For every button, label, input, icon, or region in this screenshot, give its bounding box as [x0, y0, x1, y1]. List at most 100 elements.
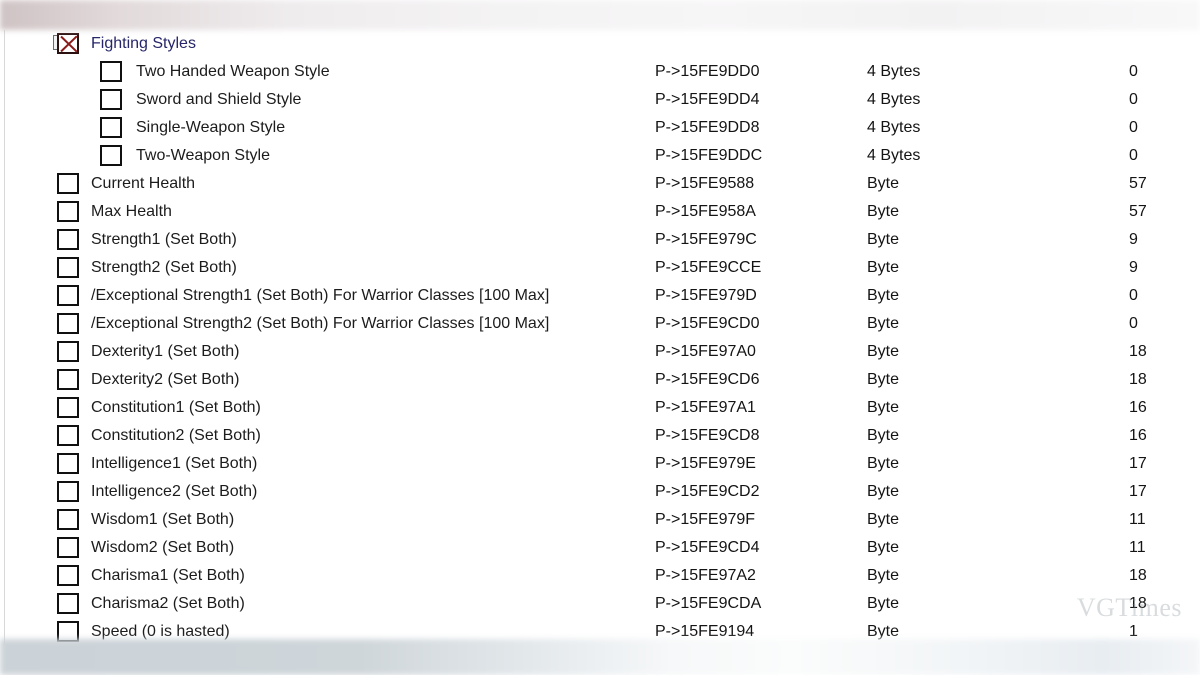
checkbox-unchecked[interactable]	[57, 593, 79, 614]
row-label: Max Health	[91, 203, 172, 220]
table-row[interactable]: Intelligence1 (Set Both) P->15FE979E Byte 1…	[5, 450, 1200, 478]
row-label: Fighting Styles	[91, 35, 196, 52]
checkbox-unchecked[interactable]	[100, 145, 122, 166]
checkbox-unchecked[interactable]	[57, 537, 79, 558]
row-type: Byte	[867, 483, 900, 500]
checkbox-unchecked[interactable]	[57, 453, 79, 474]
row-type: Byte	[867, 567, 900, 584]
row-label: Wisdom2 (Set Both)	[91, 539, 235, 556]
row-address: P->15FE9DDC	[655, 147, 763, 164]
row-value[interactable]: 18	[1129, 564, 1147, 587]
table-row[interactable]: Strength2 (Set Both) P->15FE9CCE Byte 9	[5, 254, 1200, 282]
row-value[interactable]: 0	[1129, 116, 1138, 139]
cheat-table-tree[interactable]: +Fighting Styles Two Handed Weapon Style P…	[4, 30, 1200, 645]
row-label: Single-Weapon Style	[136, 119, 286, 136]
table-row[interactable]: Dexterity1 (Set Both) P->15FE97A0 Byte 18	[5, 338, 1200, 366]
table-row[interactable]: Dexterity2 (Set Both) P->15FE9CD6 Byte 18	[5, 366, 1200, 394]
checkbox-unchecked[interactable]	[57, 369, 79, 390]
row-address: P->15FE9CD6	[655, 371, 760, 388]
row-type: Byte	[867, 399, 900, 416]
row-value[interactable]: 0	[1129, 312, 1138, 335]
row-address: P->15FE979E	[655, 455, 756, 472]
table-row[interactable]: Two-Weapon Style P->15FE9DDC 4 Bytes 0	[5, 142, 1200, 170]
checkbox-unchecked[interactable]	[57, 257, 79, 278]
row-address: P->15FE9DD0	[655, 63, 760, 80]
checkbox-unchecked[interactable]	[57, 565, 79, 586]
table-row[interactable]: Current Health P->15FE9588 Byte 57	[5, 170, 1200, 198]
checkbox-unchecked[interactable]	[57, 341, 79, 362]
row-label: Dexterity2 (Set Both)	[91, 371, 240, 388]
row-value[interactable]: 0	[1129, 144, 1138, 167]
row-value[interactable]: 9	[1129, 228, 1138, 251]
row-value[interactable]: 16	[1129, 396, 1147, 419]
row-label: Two Handed Weapon Style	[136, 63, 330, 80]
checkbox-unchecked[interactable]	[57, 229, 79, 250]
row-address: P->15FE9DD8	[655, 119, 760, 136]
row-label: Intelligence2 (Set Both)	[91, 483, 258, 500]
checkbox-marked[interactable]	[57, 33, 79, 54]
row-type: Byte	[867, 287, 900, 304]
checkbox-unchecked[interactable]	[57, 201, 79, 222]
checkbox-unchecked[interactable]	[100, 117, 122, 138]
row-type: Byte	[867, 175, 900, 192]
table-row[interactable]: Intelligence2 (Set Both) P->15FE9CD2 Byte 1…	[5, 478, 1200, 506]
table-row[interactable]: Two Handed Weapon Style P->15FE9DD0 4 Byte…	[5, 58, 1200, 86]
table-row[interactable]: /Exceptional Strength1 (Set Both) For Wa…	[5, 282, 1200, 310]
table-row[interactable]: Strength1 (Set Both) P->15FE979C Byte 9	[5, 226, 1200, 254]
row-value[interactable]: 17	[1129, 480, 1147, 503]
row-value[interactable]: 0	[1129, 284, 1138, 307]
row-value[interactable]: 16	[1129, 424, 1147, 447]
row-address: P->15FE9CD2	[655, 483, 760, 500]
row-label: Current Health	[91, 175, 196, 192]
row-value[interactable]: 11	[1129, 536, 1146, 559]
table-row[interactable]: /Exceptional Strength2 (Set Both) For Wa…	[5, 310, 1200, 338]
row-type: Byte	[867, 371, 900, 388]
table-row[interactable]: Wisdom1 (Set Both) P->15FE979F Byte 11	[5, 506, 1200, 534]
row-value[interactable]: 17	[1129, 452, 1147, 475]
row-value[interactable]: 18	[1129, 368, 1147, 391]
table-row[interactable]: Charisma1 (Set Both) P->15FE97A2 Byte 18	[5, 562, 1200, 590]
row-value[interactable]: 0	[1129, 88, 1138, 111]
row-label: /Exceptional Strength2 (Set Both) For Wa…	[91, 315, 550, 332]
row-value[interactable]: 11	[1129, 508, 1146, 531]
row-address: P->15FE97A0	[655, 343, 756, 360]
row-type: 4 Bytes	[867, 63, 921, 80]
row-label: Constitution1 (Set Both)	[91, 399, 261, 416]
checkbox-unchecked[interactable]	[57, 425, 79, 446]
checkbox-unchecked[interactable]	[57, 285, 79, 306]
row-address: P->15FE97A1	[655, 399, 756, 416]
checkbox-unchecked[interactable]	[57, 481, 79, 502]
row-address: P->15FE979C	[655, 231, 757, 248]
row-value[interactable]: 9	[1129, 256, 1138, 279]
table-row[interactable]: Sword and Shield Style P->15FE9DD4 4 Bytes…	[5, 86, 1200, 114]
checkbox-unchecked[interactable]	[100, 61, 122, 82]
row-type: Byte	[867, 343, 900, 360]
row-value[interactable]: 57	[1129, 200, 1147, 223]
table-row[interactable]: Wisdom2 (Set Both) P->15FE9CD4 Byte 11	[5, 534, 1200, 562]
checkbox-unchecked[interactable]	[100, 89, 122, 110]
table-row[interactable]: Charisma2 (Set Both) P->15FE9CDA Byte 18	[5, 590, 1200, 618]
row-value[interactable]: 57	[1129, 172, 1147, 195]
row-address: P->15FE979F	[655, 511, 756, 528]
row-type: 4 Bytes	[867, 91, 921, 108]
row-address: P->15FE9588	[655, 175, 755, 192]
row-value[interactable]: 18	[1129, 340, 1147, 363]
row-value[interactable]: 18	[1129, 592, 1147, 615]
table-row[interactable]: Single-Weapon Style P->15FE9DD8 4 Bytes 0	[5, 114, 1200, 142]
checkbox-unchecked[interactable]	[57, 509, 79, 530]
checkbox-unchecked[interactable]	[57, 313, 79, 334]
checkbox-unchecked[interactable]	[57, 397, 79, 418]
row-type: Byte	[867, 539, 900, 556]
row-label: Strength2 (Set Both)	[91, 259, 237, 276]
row-type: 4 Bytes	[867, 147, 921, 164]
table-row[interactable]: Constitution1 (Set Both) P->15FE97A1 Byte 1…	[5, 394, 1200, 422]
table-row[interactable]: Constitution2 (Set Both) P->15FE9CD8 Byte 1…	[5, 422, 1200, 450]
table-row[interactable]: +Fighting Styles	[5, 30, 1200, 58]
table-row[interactable]: Max Health P->15FE958A Byte 57	[5, 198, 1200, 226]
row-value[interactable]: 0	[1129, 60, 1138, 83]
row-type: Byte	[867, 427, 900, 444]
row-label: Charisma2 (Set Both)	[91, 595, 245, 612]
row-label: /Exceptional Strength1 (Set Both) For Wa…	[91, 287, 550, 304]
row-address: P->15FE9CD4	[655, 539, 760, 556]
checkbox-unchecked[interactable]	[57, 173, 79, 194]
